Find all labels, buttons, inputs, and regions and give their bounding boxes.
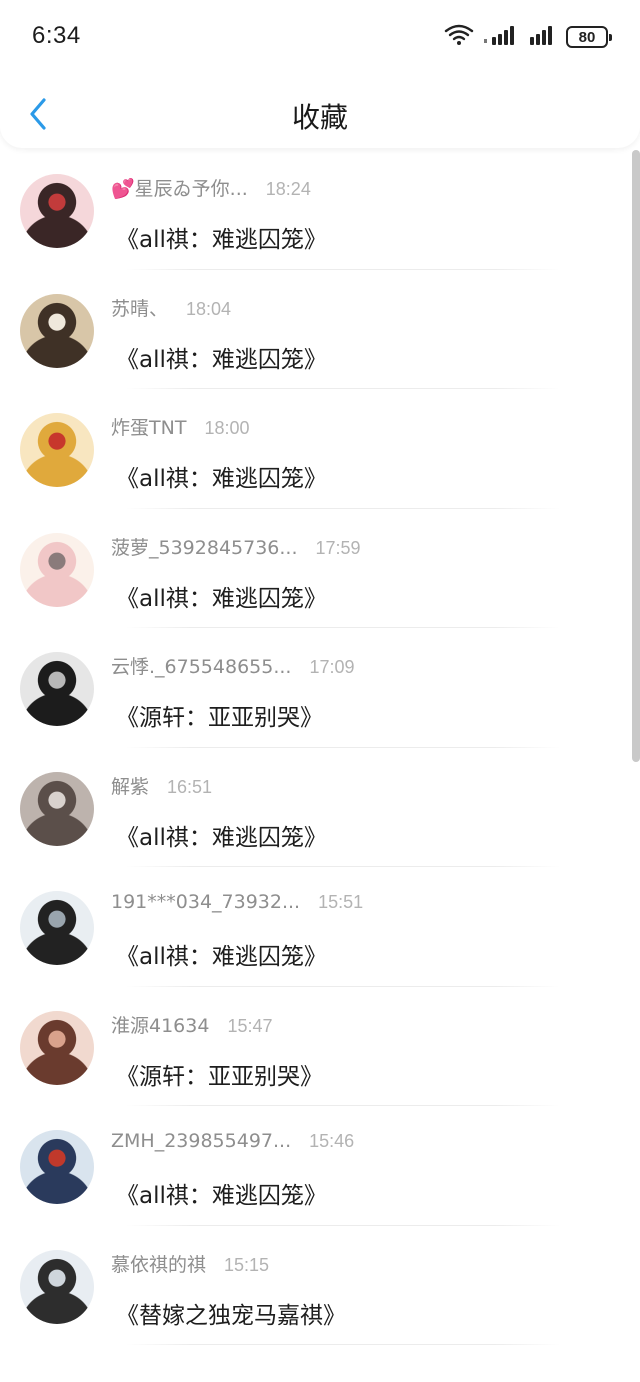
item-meta: 苏晴、 18:04 <box>111 294 231 321</box>
collection-title[interactable]: 《源轩：亚亚别哭》 <box>116 698 323 732</box>
battery-icon: 80 <box>566 26 612 48</box>
signal-2-icon <box>528 25 556 49</box>
user-name[interactable]: 191***034_73932... <box>111 891 300 913</box>
timestamp: 16:51 <box>167 776 213 797</box>
list-item[interactable]: 💕星辰ゐ予你... 18:24 《all祺：难逃囚笼》 <box>0 150 632 270</box>
collection-title[interactable]: 《all祺：难逃囚笼》 <box>116 340 327 374</box>
avatar[interactable] <box>20 1010 94 1085</box>
user-name[interactable]: 炸蛋TNT <box>111 413 186 440</box>
item-meta: 炸蛋TNT 18:00 <box>111 413 249 440</box>
divider <box>126 1344 560 1345</box>
list-item[interactable]: 云悸._675548655... 17:09 《源轩：亚亚别哭》 <box>0 628 632 748</box>
item-meta: 💕星辰ゐ予你... 18:24 <box>111 174 311 201</box>
avatar[interactable] <box>20 413 94 487</box>
list-item[interactable]: 炸蛋TNT 18:00 《all祺：难逃囚笼》 <box>0 389 632 509</box>
wifi-icon <box>444 24 474 50</box>
timestamp: 18:04 <box>186 298 232 319</box>
avatar[interactable] <box>20 1249 94 1324</box>
list-item[interactable]: 解紫 16:51 《all祺：难逃囚笼》 <box>0 748 632 867</box>
avatar[interactable] <box>20 771 94 846</box>
avatar[interactable] <box>20 1130 94 1204</box>
timestamp: 15:46 <box>309 1131 355 1151</box>
collection-title[interactable]: 《all祺：难逃囚笼》 <box>116 459 327 493</box>
list-item[interactable]: 191***034_73932... 15:51 《all祺：难逃囚笼》 <box>0 867 632 987</box>
avatar[interactable] <box>20 174 94 248</box>
avatar[interactable] <box>20 891 94 965</box>
collection-title[interactable]: 《替嫁之独宠马嘉祺》 <box>116 1296 346 1330</box>
collection-title[interactable]: 《all祺：难逃囚笼》 <box>116 818 327 852</box>
timestamp: 17:09 <box>309 657 355 677</box>
list-item[interactable]: 淮源41634 15:47 《源轩：亚亚别哭》 <box>0 987 632 1106</box>
user-name[interactable]: 云悸._675548655... <box>111 652 291 679</box>
status-icons: 80 <box>444 24 612 50</box>
list-item[interactable]: ZMH_239855497... 15:46 《all祺：难逃囚笼》 <box>0 1106 632 1226</box>
collection-title[interactable]: 《源轩：亚亚别哭》 <box>116 1057 323 1091</box>
avatar[interactable] <box>20 293 94 368</box>
user-name[interactable]: 💕星辰ゐ予你... <box>111 174 248 201</box>
page-title: 收藏 <box>291 101 348 134</box>
user-name[interactable]: 慕依祺的祺 <box>111 1250 206 1277</box>
battery-level: 80 <box>578 28 596 46</box>
signal-1-icon <box>484 25 518 49</box>
user-name[interactable]: 苏晴、 <box>111 294 168 321</box>
timestamp: 17:59 <box>315 537 361 558</box>
favorites-list: 💕星辰ゐ予你... 18:24 《all祺：难逃囚笼》 苏晴、 18:04 《a… <box>0 150 632 1345</box>
timestamp: 18:24 <box>265 179 311 199</box>
user-name[interactable]: ZMH_239855497... <box>111 1130 291 1152</box>
user-name[interactable]: 淮源41634 <box>111 1011 209 1038</box>
item-meta: 解紫 16:51 <box>111 772 212 799</box>
timestamp: 15:15 <box>224 1254 270 1275</box>
list-item[interactable]: 菠萝_5392845736... 17:59 《all祺：难逃囚笼》 <box>0 509 632 628</box>
item-meta: 菠萝_5392845736... 17:59 <box>111 533 361 560</box>
user-name[interactable]: 解紫 <box>111 772 149 799</box>
timestamp: 18:00 <box>204 418 250 438</box>
list-item[interactable]: 慕依祺的祺 15:15 《替嫁之独宠马嘉祺》 <box>0 1226 632 1345</box>
collection-title[interactable]: 《all祺：难逃囚笼》 <box>116 579 327 613</box>
item-meta: 慕依祺的祺 15:15 <box>111 1250 269 1277</box>
item-meta: 淮源41634 15:47 <box>111 1011 273 1038</box>
collection-title[interactable]: 《all祺：难逃囚笼》 <box>116 220 327 254</box>
scrollbar[interactable] <box>632 150 640 762</box>
status-bar: 6:34 80 <box>0 0 640 74</box>
user-name[interactable]: 菠萝_5392845736... <box>111 533 298 560</box>
collection-title[interactable]: 《all祺：难逃囚笼》 <box>116 937 327 971</box>
collection-title[interactable]: 《all祺：难逃囚笼》 <box>116 1176 327 1210</box>
timestamp: 15:47 <box>227 1015 273 1036</box>
nav-bar: 收藏 <box>0 84 640 144</box>
list-item[interactable]: 苏晴、 18:04 《all祺：难逃囚笼》 <box>0 270 632 389</box>
timestamp: 15:51 <box>318 892 364 912</box>
avatar[interactable] <box>20 532 94 607</box>
header: 6:34 80 收藏 <box>0 0 640 148</box>
status-time: 6:34 <box>32 22 81 49</box>
item-meta: ZMH_239855497... 15:46 <box>111 1130 354 1152</box>
item-meta: 191***034_73932... 15:51 <box>111 891 363 913</box>
item-meta: 云悸._675548655... 17:09 <box>111 652 355 679</box>
avatar[interactable] <box>20 652 94 726</box>
